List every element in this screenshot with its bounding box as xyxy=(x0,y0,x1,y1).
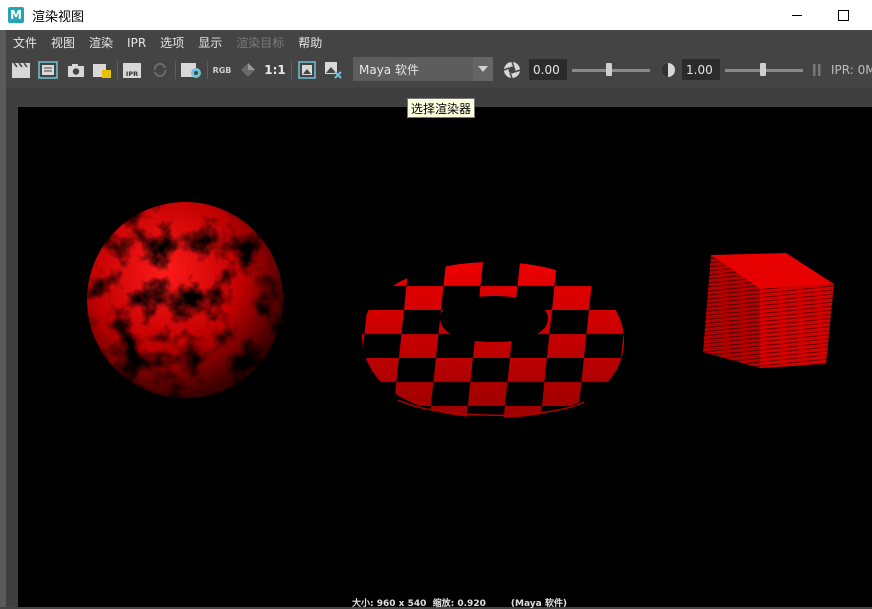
alpha-channel-button[interactable] xyxy=(237,58,259,82)
chevron-down-icon xyxy=(473,57,493,81)
window-title: 渲染视图 xyxy=(32,9,85,25)
render-info-status: 大小: 960 x 540 缩放: 0.920 (Maya 软件) xyxy=(352,599,567,609)
menu-options[interactable]: 选项 xyxy=(153,34,191,51)
real-size-button[interactable]: 1:1 xyxy=(263,58,287,82)
render-image-viewport[interactable] xyxy=(18,107,872,607)
ipr-clapperboard-icon: IPR xyxy=(123,63,141,78)
menu-help[interactable]: 帮助 xyxy=(291,34,329,51)
menu-render[interactable]: 渲染 xyxy=(82,34,120,51)
toolbar-separator xyxy=(117,61,118,79)
keep-image-button[interactable] xyxy=(296,58,318,82)
maximize-icon xyxy=(837,9,849,21)
rendered-scene xyxy=(87,202,834,418)
render-region-icon xyxy=(38,61,58,79)
menu-ipr[interactable]: IPR xyxy=(120,36,153,50)
toolbar-separator xyxy=(291,61,292,79)
exposure-field[interactable]: 0.00 xyxy=(529,59,567,80)
render-region-button[interactable] xyxy=(37,58,59,82)
renderer-tooltip: 选择渲染器 xyxy=(407,98,476,118)
menu-display[interactable]: 显示 xyxy=(191,34,229,51)
remove-image-button[interactable] xyxy=(322,58,344,82)
renderer-select[interactable]: Maya 软件 xyxy=(353,57,493,81)
menu-bar: 文件 视图 渲染 IPR 选项 显示 渲染目标 帮助 xyxy=(6,32,872,53)
marble-sphere xyxy=(87,202,283,398)
remove-image-icon xyxy=(325,62,342,79)
rgb-channels-button[interactable]: RGB xyxy=(210,58,234,82)
alpha-channel-icon xyxy=(241,63,255,77)
snapshot-button[interactable] xyxy=(65,58,87,82)
render-settings-button[interactable] xyxy=(179,58,203,82)
pause-icon xyxy=(813,64,821,76)
menu-file[interactable]: 文件 xyxy=(6,34,44,51)
maya-app-icon: M xyxy=(8,7,24,23)
minimize-button[interactable] xyxy=(774,0,820,30)
toolbar-separator xyxy=(175,61,176,79)
gamma-field[interactable]: 1.00 xyxy=(682,59,720,80)
pause-ipr-button[interactable] xyxy=(810,58,824,82)
refresh-ipr-icon xyxy=(153,62,167,78)
menu-view[interactable]: 视图 xyxy=(44,34,82,51)
gamma-icon xyxy=(661,63,675,77)
menu-render-target[interactable]: 渲染目标 xyxy=(229,34,291,51)
gamma-button[interactable] xyxy=(657,58,679,82)
gamma-slider-handle[interactable] xyxy=(760,63,766,76)
render-settings-icon xyxy=(181,63,201,78)
aperture-icon xyxy=(503,61,521,79)
render-sequence-button[interactable] xyxy=(91,58,113,82)
renderer-select-value: Maya 软件 xyxy=(359,62,419,77)
minimize-icon xyxy=(792,14,802,16)
render-sequence-icon xyxy=(93,64,111,78)
checker-torus xyxy=(361,262,624,418)
keep-image-icon xyxy=(298,61,316,79)
exposure-button[interactable] xyxy=(500,58,524,82)
clapperboard-icon xyxy=(12,62,30,78)
window-title-bar: M 渲染视图 xyxy=(0,0,872,30)
refresh-ipr-button[interactable] xyxy=(149,58,171,82)
camera-icon xyxy=(68,64,84,77)
redo-render-button[interactable] xyxy=(10,58,32,82)
ipr-memory-status: IPR: 0M xyxy=(831,63,872,77)
exposure-slider-handle[interactable] xyxy=(606,63,612,76)
maximize-button[interactable] xyxy=(820,0,866,30)
render-view-toolbar: IPR RGB 1:1 Maya 软件 0.00 1.00 IPR: 0M xyxy=(6,55,872,85)
wood-cube xyxy=(703,253,834,368)
toolbar-separator xyxy=(207,61,208,79)
ipr-render-button[interactable]: IPR xyxy=(121,58,143,82)
svg-text:IPR: IPR xyxy=(126,70,138,78)
